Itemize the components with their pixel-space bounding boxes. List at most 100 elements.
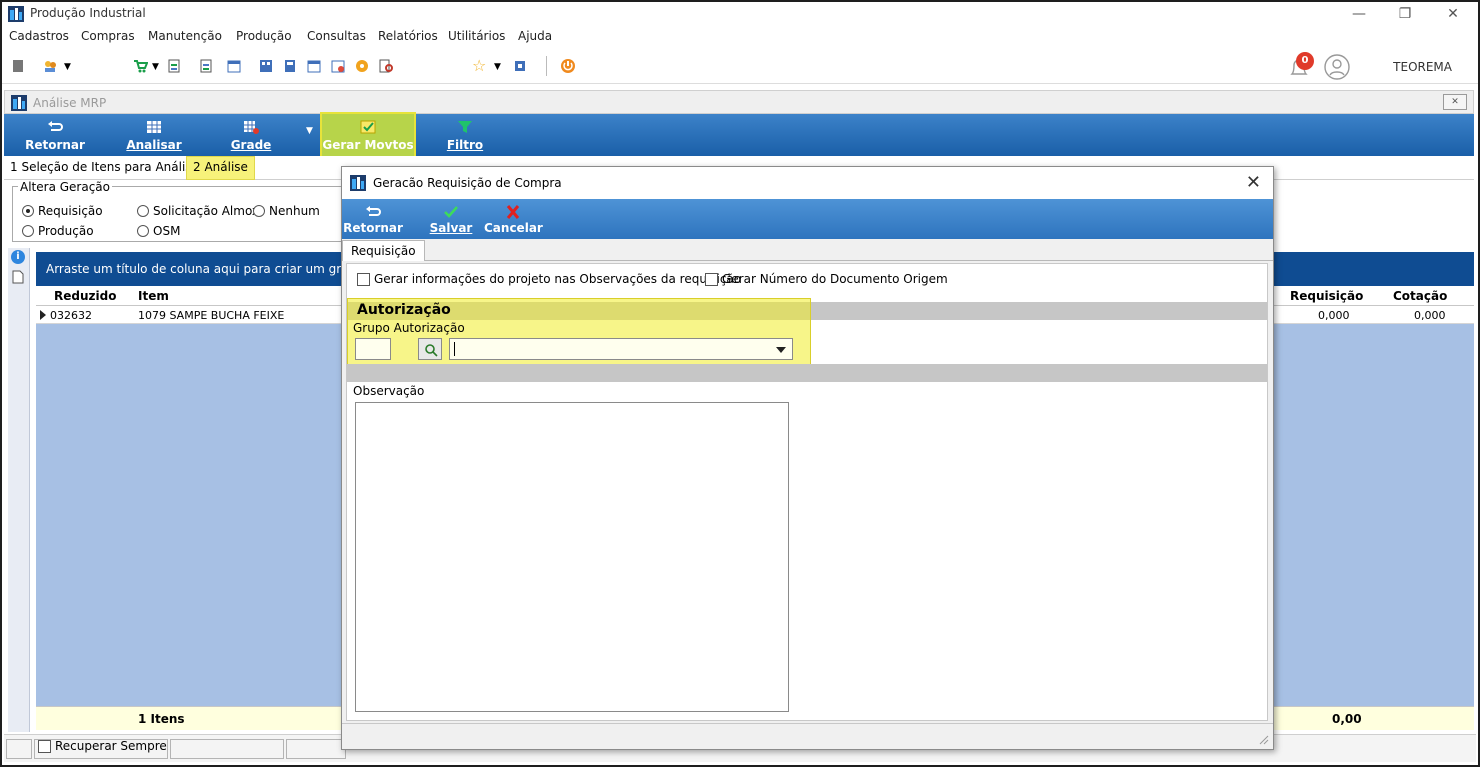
grade-button[interactable]: Grade	[224, 114, 278, 156]
check-icon	[444, 206, 458, 218]
menu-compras[interactable]: Compras	[81, 29, 135, 43]
dialog-close-button[interactable]: ✕	[1246, 172, 1261, 193]
calendar2-icon[interactable]	[306, 58, 322, 74]
cart-icon[interactable]	[132, 58, 148, 74]
checkbox-box	[38, 739, 51, 753]
menu-manutencao[interactable]: Manutenção	[148, 29, 222, 43]
retornar-button[interactable]: Retornar	[20, 114, 90, 156]
window-icon[interactable]	[512, 58, 528, 74]
recuperar-sempre-label: Recuperar Sempre	[55, 739, 167, 753]
mrp-close-button[interactable]: ✕	[1443, 94, 1467, 110]
radio-dot-icon	[22, 205, 34, 217]
dialog-salvar-button[interactable]: Salvar	[428, 199, 474, 239]
user-name: TEOREMA	[1393, 60, 1452, 74]
dialog-cancelar-button[interactable]: Cancelar	[484, 199, 543, 239]
dialog-retornar-button[interactable]: Retornar	[342, 199, 404, 239]
search-icon	[425, 344, 438, 357]
cell-reduzido: 032632	[50, 309, 92, 322]
report-icon[interactable]	[166, 58, 182, 74]
mrp-ribbon: Retornar Analisar Grade ▼ Gerar Movtos F…	[4, 112, 1474, 158]
radio-nenhum[interactable]: Nenhum	[253, 204, 320, 218]
document-icon[interactable]	[12, 270, 24, 284]
grupo-autorizacao-search-button[interactable]	[418, 338, 442, 360]
cart-dropdown-icon[interactable]: ▼	[152, 62, 159, 72]
chevron-down-icon[interactable]	[776, 347, 786, 353]
gerar-numero-checkbox[interactable]: Gerar Número do Documento Origem	[705, 272, 948, 286]
checkbox-box	[705, 272, 718, 286]
dialog-titlebar: Geracão Requisição de Compra ✕	[342, 167, 1273, 199]
grade-label: Grade	[230, 138, 272, 152]
gerar-movtos-label: Gerar Movtos	[322, 138, 414, 152]
power-icon[interactable]	[560, 58, 576, 74]
menu-producao[interactable]: Produção	[236, 29, 292, 43]
radio-nenhum-label: Nenhum	[269, 204, 320, 218]
gerar-info-label: Gerar informações do projeto nas Observa…	[374, 272, 742, 286]
col-header-cotacao[interactable]: Cotação	[1393, 289, 1447, 303]
users-dropdown-icon[interactable]: ▼	[64, 62, 71, 72]
calendar-icon[interactable]	[226, 58, 242, 74]
users-icon[interactable]	[42, 58, 58, 74]
menu-utilitarios[interactable]: Utilitários	[448, 29, 505, 43]
dialog-content: Gerar informações do projeto nas Observa…	[346, 263, 1268, 721]
favorites-dropdown-icon[interactable]: ▼	[494, 62, 501, 72]
mrp-logo-icon	[11, 95, 27, 111]
autorizacao-title: Autorização	[357, 302, 451, 318]
grid-icon[interactable]	[258, 58, 274, 74]
radio-solicitacao-label: Solicitação Almox	[153, 204, 260, 218]
resize-grip-icon[interactable]	[1257, 733, 1269, 745]
menu-cadastros[interactable]: Cadastros	[9, 29, 69, 43]
recuperar-sempre-checkbox[interactable]: Recuperar Sempre	[38, 739, 167, 753]
col-header-reduzido[interactable]: Reduzido	[54, 289, 116, 303]
calculator-icon[interactable]	[282, 58, 298, 74]
report2-icon[interactable]	[198, 58, 214, 74]
app-titlebar: Produção Industrial — ❐ ✕	[2, 2, 1478, 26]
tab-analise[interactable]: 2 Análise	[186, 156, 255, 180]
dialog-cancelar-label: Cancelar	[484, 221, 543, 235]
radio-osm[interactable]: OSM	[137, 224, 180, 238]
footer-total: 0,00	[1332, 712, 1362, 726]
grade-icon	[244, 121, 259, 134]
grupo-autorizacao-code-input[interactable]	[355, 338, 391, 360]
grupo-autorizacao-combo[interactable]	[449, 338, 793, 360]
grade-dropdown-icon[interactable]: ▼	[306, 126, 313, 136]
status-panel	[170, 739, 284, 759]
dialog-salvar-label: Salvar	[429, 221, 473, 235]
return-arrow-icon	[48, 121, 63, 131]
tab-requisicao[interactable]: Requisição	[342, 240, 425, 261]
dialog-tab-strip: Requisição	[342, 239, 1273, 261]
cell-item: 1079 SAMPE BUCHA FEIXE	[138, 309, 285, 322]
new-document-icon[interactable]	[10, 58, 26, 74]
observacao-textarea[interactable]	[355, 402, 789, 712]
gerar-numero-label: Gerar Número do Documento Origem	[722, 272, 948, 286]
radio-dot-icon	[137, 225, 149, 237]
close-button[interactable]: ✕	[1434, 4, 1472, 24]
gerar-movtos-button[interactable]: Gerar Movtos	[320, 112, 416, 158]
search-report-icon[interactable]	[378, 58, 394, 74]
menu-relatorios[interactable]: Relatórios	[378, 29, 438, 43]
radio-requisicao[interactable]: Requisição	[22, 204, 103, 218]
favorites-star-icon[interactable]: ☆	[472, 56, 486, 75]
col-header-requisicao[interactable]: Requisição	[1290, 289, 1363, 303]
info-icon[interactable]: i	[11, 250, 25, 264]
user-avatar-icon[interactable]	[1322, 53, 1352, 81]
col-header-item[interactable]: Item	[138, 289, 169, 303]
menu-ajuda[interactable]: Ajuda	[518, 29, 552, 43]
gerar-info-checkbox[interactable]: Gerar informações do projeto nas Observa…	[357, 272, 741, 286]
filtro-button[interactable]: Filtro	[440, 114, 490, 156]
menu-consultas[interactable]: Consultas	[307, 29, 366, 43]
section-band	[347, 364, 1267, 382]
radio-solicitacao-almox[interactable]: Solicitação Almox	[137, 204, 259, 218]
analisar-label: Analisar	[126, 138, 182, 152]
dialog-title: Geracão Requisição de Compra	[373, 176, 562, 190]
analisar-button[interactable]: Analisar	[120, 114, 188, 156]
orange-circle-icon[interactable]	[354, 58, 370, 74]
mrp-window-title: Análise MRP	[33, 96, 107, 110]
minimize-button[interactable]: —	[1340, 4, 1378, 24]
restore-button[interactable]: ❐	[1386, 4, 1424, 24]
radio-producao[interactable]: Produção	[22, 224, 94, 238]
observacao-label: Observação	[353, 384, 425, 398]
tab-selecao-itens[interactable]: 1 Seleção de Itens para Análise	[10, 160, 199, 174]
notification-bell-icon[interactable]: 0	[1284, 52, 1314, 80]
radio-dot-icon	[137, 205, 149, 217]
calendar-check-icon[interactable]	[330, 58, 346, 74]
